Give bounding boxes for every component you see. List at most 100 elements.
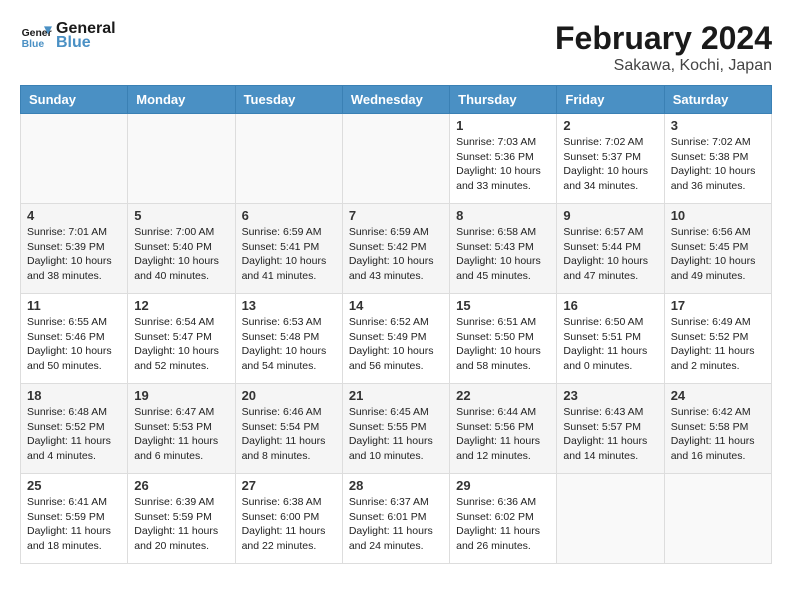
day-info: Sunrise: 6:42 AM Sunset: 5:58 PM Dayligh… xyxy=(671,405,765,464)
day-info: Sunrise: 6:48 AM Sunset: 5:52 PM Dayligh… xyxy=(27,405,121,464)
week-row-4: 25 Sunrise: 6:41 AM Sunset: 5:59 PM Dayli… xyxy=(21,474,772,564)
day-number: 4 xyxy=(27,208,121,223)
day-info: Sunrise: 7:02 AM Sunset: 5:38 PM Dayligh… xyxy=(671,135,765,194)
day-info: Sunrise: 7:03 AM Sunset: 5:36 PM Dayligh… xyxy=(456,135,550,194)
calendar-cell: 6Sunrise: 6:59 AM Sunset: 5:41 PM Daylig… xyxy=(235,204,342,294)
svg-text:Blue: Blue xyxy=(22,39,45,50)
day-info: Sunrise: 6:59 AM Sunset: 5:42 PM Dayligh… xyxy=(349,225,443,284)
calendar-cell: 5 Sunrise: 7:00 AM Sunset: 5:40 PM Daylig… xyxy=(128,204,235,294)
day-info: Sunrise: 6:39 AM Sunset: 5:59 PM Dayligh… xyxy=(134,495,228,554)
day-info: Sunrise: 6:55 AM Sunset: 5:46 PM Dayligh… xyxy=(27,315,121,374)
calendar-cell: 10 Sunrise: 6:56 AM Sunset: 5:45 PM Dayli… xyxy=(664,204,771,294)
day-number: 7 xyxy=(349,208,443,223)
day-number: 12 xyxy=(134,298,228,313)
calendar-cell: 15 Sunrise: 6:51 AM Sunset: 5:50 PM Dayli… xyxy=(450,294,557,384)
weekday-header-saturday: Saturday xyxy=(664,86,771,114)
logo-line2: Blue xyxy=(56,34,116,52)
day-number: 28 xyxy=(349,478,443,493)
day-number: 3 xyxy=(671,118,765,133)
day-info: Sunrise: 6:47 AM Sunset: 5:53 PM Dayligh… xyxy=(134,405,228,464)
day-info: Sunrise: 6:59 AM Sunset: 5:41 PM Dayligh… xyxy=(242,225,336,284)
calendar-cell xyxy=(557,474,664,564)
day-number: 29 xyxy=(456,478,550,493)
month-title: February 2024 xyxy=(555,20,772,57)
day-number: 5 xyxy=(134,208,228,223)
day-info: Sunrise: 7:00 AM Sunset: 5:40 PM Dayligh… xyxy=(134,225,228,284)
calendar-cell: 7 Sunrise: 6:59 AM Sunset: 5:42 PM Daylig… xyxy=(342,204,449,294)
page-header: General Blue General Blue February 2024 … xyxy=(20,20,772,75)
day-info: Sunrise: 6:50 AM Sunset: 5:51 PM Dayligh… xyxy=(563,315,657,374)
logo: General Blue General Blue xyxy=(20,20,116,52)
logo-icon: General Blue xyxy=(20,20,52,52)
day-info: Sunrise: 6:36 AM Sunset: 6:02 PM Dayligh… xyxy=(456,495,550,554)
day-number: 16 xyxy=(563,298,657,313)
calendar-cell: 8Sunrise: 6:58 AM Sunset: 5:43 PM Daylig… xyxy=(450,204,557,294)
day-info: Sunrise: 7:01 AM Sunset: 5:39 PM Dayligh… xyxy=(27,225,121,284)
weekday-header-monday: Monday xyxy=(128,86,235,114)
week-row-2: 11 Sunrise: 6:55 AM Sunset: 5:46 PM Dayli… xyxy=(21,294,772,384)
day-number: 15 xyxy=(456,298,550,313)
day-number: 23 xyxy=(563,388,657,403)
weekday-header-tuesday: Tuesday xyxy=(235,86,342,114)
calendar-cell: 23 Sunrise: 6:43 AM Sunset: 5:57 PM Dayli… xyxy=(557,384,664,474)
calendar-cell: 28 Sunrise: 6:37 AM Sunset: 6:01 PM Dayli… xyxy=(342,474,449,564)
calendar-cell: 26 Sunrise: 6:39 AM Sunset: 5:59 PM Dayli… xyxy=(128,474,235,564)
day-info: Sunrise: 6:46 AM Sunset: 5:54 PM Dayligh… xyxy=(242,405,336,464)
week-row-1: 4 Sunrise: 7:01 AM Sunset: 5:39 PM Daylig… xyxy=(21,204,772,294)
day-info: Sunrise: 6:51 AM Sunset: 5:50 PM Dayligh… xyxy=(456,315,550,374)
weekday-header-row: SundayMondayTuesdayWednesdayThursdayFrid… xyxy=(21,86,772,114)
day-number: 26 xyxy=(134,478,228,493)
calendar-cell: 21Sunrise: 6:45 AM Sunset: 5:55 PM Dayli… xyxy=(342,384,449,474)
calendar-cell xyxy=(342,114,449,204)
day-info: Sunrise: 6:53 AM Sunset: 5:48 PM Dayligh… xyxy=(242,315,336,374)
calendar-cell: 25 Sunrise: 6:41 AM Sunset: 5:59 PM Dayli… xyxy=(21,474,128,564)
calendar-cell: 16 Sunrise: 6:50 AM Sunset: 5:51 PM Dayli… xyxy=(557,294,664,384)
calendar-cell: 22 Sunrise: 6:44 AM Sunset: 5:56 PM Dayli… xyxy=(450,384,557,474)
day-number: 25 xyxy=(27,478,121,493)
day-number: 27 xyxy=(242,478,336,493)
day-number: 9 xyxy=(563,208,657,223)
week-row-0: 1Sunrise: 7:03 AM Sunset: 5:36 PM Daylig… xyxy=(21,114,772,204)
calendar-cell: 13 Sunrise: 6:53 AM Sunset: 5:48 PM Dayli… xyxy=(235,294,342,384)
calendar-cell: 2 Sunrise: 7:02 AM Sunset: 5:37 PM Daylig… xyxy=(557,114,664,204)
day-number: 18 xyxy=(27,388,121,403)
day-number: 22 xyxy=(456,388,550,403)
day-info: Sunrise: 6:43 AM Sunset: 5:57 PM Dayligh… xyxy=(563,405,657,464)
weekday-header-sunday: Sunday xyxy=(21,86,128,114)
calendar-cell: 4 Sunrise: 7:01 AM Sunset: 5:39 PM Daylig… xyxy=(21,204,128,294)
calendar-cell: 17Sunrise: 6:49 AM Sunset: 5:52 PM Dayli… xyxy=(664,294,771,384)
day-info: Sunrise: 6:38 AM Sunset: 6:00 PM Dayligh… xyxy=(242,495,336,554)
day-number: 13 xyxy=(242,298,336,313)
calendar-cell xyxy=(235,114,342,204)
calendar-cell xyxy=(664,474,771,564)
day-info: Sunrise: 6:52 AM Sunset: 5:49 PM Dayligh… xyxy=(349,315,443,374)
calendar-cell: 3 Sunrise: 7:02 AM Sunset: 5:38 PM Daylig… xyxy=(664,114,771,204)
calendar-cell xyxy=(21,114,128,204)
weekday-header-thursday: Thursday xyxy=(450,86,557,114)
location-title: Sakawa, Kochi, Japan xyxy=(555,57,772,75)
calendar-cell xyxy=(128,114,235,204)
calendar-cell: 18 Sunrise: 6:48 AM Sunset: 5:52 PM Dayli… xyxy=(21,384,128,474)
day-info: Sunrise: 7:02 AM Sunset: 5:37 PM Dayligh… xyxy=(563,135,657,194)
calendar: SundayMondayTuesdayWednesdayThursdayFrid… xyxy=(20,85,772,564)
calendar-cell: 20Sunrise: 6:46 AM Sunset: 5:54 PM Dayli… xyxy=(235,384,342,474)
day-number: 11 xyxy=(27,298,121,313)
day-info: Sunrise: 6:44 AM Sunset: 5:56 PM Dayligh… xyxy=(456,405,550,464)
day-info: Sunrise: 6:54 AM Sunset: 5:47 PM Dayligh… xyxy=(134,315,228,374)
calendar-cell: 14 Sunrise: 6:52 AM Sunset: 5:49 PM Dayli… xyxy=(342,294,449,384)
calendar-cell: 27 Sunrise: 6:38 AM Sunset: 6:00 PM Dayli… xyxy=(235,474,342,564)
day-info: Sunrise: 6:41 AM Sunset: 5:59 PM Dayligh… xyxy=(27,495,121,554)
title-block: February 2024 Sakawa, Kochi, Japan xyxy=(555,20,772,75)
day-info: Sunrise: 6:56 AM Sunset: 5:45 PM Dayligh… xyxy=(671,225,765,284)
day-info: Sunrise: 6:57 AM Sunset: 5:44 PM Dayligh… xyxy=(563,225,657,284)
calendar-cell: 9 Sunrise: 6:57 AM Sunset: 5:44 PM Daylig… xyxy=(557,204,664,294)
day-number: 14 xyxy=(349,298,443,313)
calendar-cell: 11 Sunrise: 6:55 AM Sunset: 5:46 PM Dayli… xyxy=(21,294,128,384)
day-number: 21 xyxy=(349,388,443,403)
calendar-cell: 1Sunrise: 7:03 AM Sunset: 5:36 PM Daylig… xyxy=(450,114,557,204)
calendar-cell: 12 Sunrise: 6:54 AM Sunset: 5:47 PM Dayli… xyxy=(128,294,235,384)
weekday-header-friday: Friday xyxy=(557,86,664,114)
day-info: Sunrise: 6:37 AM Sunset: 6:01 PM Dayligh… xyxy=(349,495,443,554)
day-number: 10 xyxy=(671,208,765,223)
day-number: 2 xyxy=(563,118,657,133)
